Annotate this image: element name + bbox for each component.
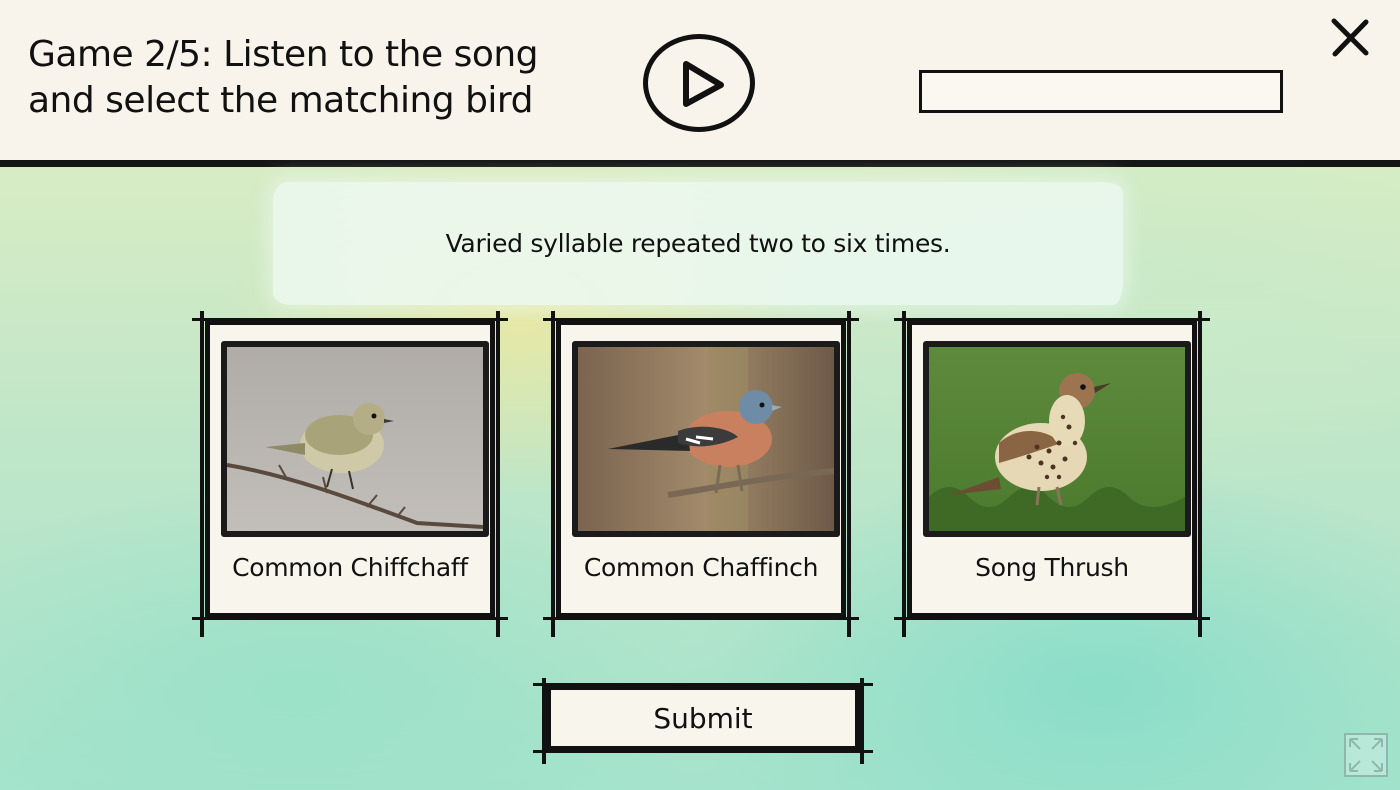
- option-label: Common Chiffchaff: [232, 553, 468, 582]
- bird-photo-chaffinch: [572, 341, 840, 537]
- bird-photo-song-thrush: [923, 341, 1191, 537]
- option-label: Song Thrush: [975, 553, 1129, 582]
- game-progress-bar: [919, 70, 1283, 113]
- play-song-button[interactable]: [643, 34, 755, 132]
- option-card-song-thrush[interactable]: Song Thrush: [894, 311, 1210, 637]
- game-stage: Varied syllable repeated two to six time…: [0, 167, 1400, 790]
- bird-photo-chiffchaff: [221, 341, 489, 537]
- submit-button[interactable]: Submit: [533, 678, 873, 764]
- fullscreen-button[interactable]: [1344, 733, 1388, 777]
- game-title: Game 2/5: Listen to the song and select …: [28, 34, 539, 121]
- song-description: Varied syllable repeated two to six time…: [445, 229, 951, 258]
- song-description-panel: Varied syllable repeated two to six time…: [273, 182, 1123, 305]
- option-label: Common Chaffinch: [583, 553, 819, 582]
- play-icon: [683, 61, 724, 107]
- header-bar: Game 2/5: Listen to the song and select …: [0, 0, 1400, 162]
- option-card-chaffinch[interactable]: Common Chaffinch: [543, 311, 859, 637]
- option-card-chiffchaff[interactable]: Common Chiffchaff: [192, 311, 508, 637]
- header-divider: [0, 160, 1400, 167]
- close-icon: [1331, 18, 1369, 57]
- close-button[interactable]: [1328, 16, 1372, 60]
- submit-label: Submit: [653, 701, 753, 735]
- fullscreen-icon: [1349, 738, 1383, 772]
